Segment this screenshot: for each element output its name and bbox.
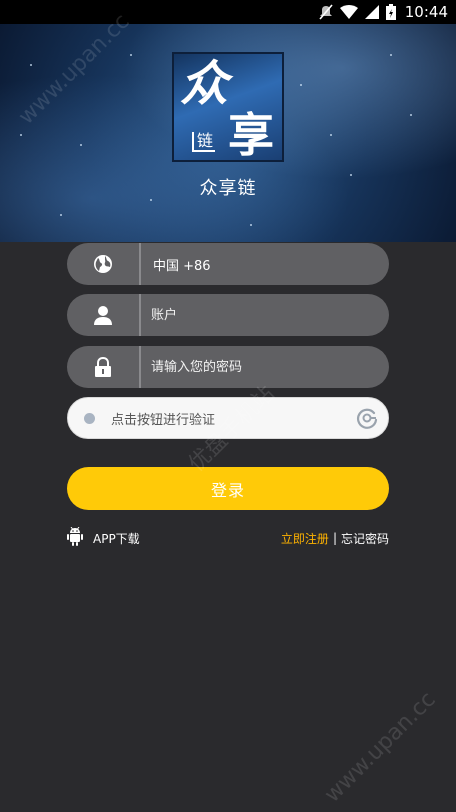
lock-icon bbox=[67, 346, 141, 388]
password-field[interactable] bbox=[67, 346, 389, 388]
app-logo: 众 享 链 bbox=[172, 52, 284, 162]
download-label: APP下载 bbox=[93, 531, 140, 546]
verify-dot-icon bbox=[84, 412, 95, 424]
status-time: 10:44 bbox=[404, 3, 448, 21]
login-button[interactable]: 登录 bbox=[67, 467, 389, 510]
user-icon bbox=[67, 294, 141, 336]
mute-icon bbox=[319, 4, 333, 20]
account-input[interactable] bbox=[141, 306, 353, 324]
logo-char-lian: 链 bbox=[192, 132, 216, 152]
watermark-bottom: www.upan.cc bbox=[320, 687, 441, 808]
battery-icon bbox=[385, 4, 396, 20]
country-code-value: 中国 +86 bbox=[153, 258, 211, 274]
logo-char-xiang: 享 bbox=[228, 108, 274, 162]
app-download-link[interactable]: APP下载 bbox=[67, 526, 140, 549]
captcha-verify-button[interactable]: 点击按钮进行验证 bbox=[67, 397, 389, 439]
link-divider: | bbox=[332, 531, 337, 545]
globe-icon bbox=[67, 243, 141, 285]
logo-char-zhong: 众 bbox=[180, 56, 229, 112]
footer-links: APP下载 立即注册 | 忘记密码 bbox=[67, 526, 389, 549]
verify-label: 点击按钮进行验证 bbox=[111, 412, 216, 428]
app-title: 众享链 bbox=[199, 178, 257, 199]
password-input[interactable] bbox=[141, 358, 353, 376]
country-code-field[interactable]: 中国 +86 bbox=[67, 243, 389, 285]
captcha-logo-icon bbox=[356, 407, 378, 429]
wifi-icon bbox=[339, 5, 358, 19]
signal-icon bbox=[364, 5, 379, 19]
status-bar: 10:44 bbox=[0, 0, 456, 24]
android-icon bbox=[67, 526, 83, 549]
account-field[interactable] bbox=[67, 294, 389, 336]
login-screen: 10:44 众 享 链 众享链 中国 +86 账户 点击按钮进行验证 登录 AP… bbox=[0, 0, 456, 812]
forgot-password-link[interactable]: 忘记密码 bbox=[341, 530, 389, 547]
register-link[interactable]: 立即注册 bbox=[281, 530, 329, 547]
header-banner: 众 享 链 众享链 bbox=[0, 24, 456, 242]
